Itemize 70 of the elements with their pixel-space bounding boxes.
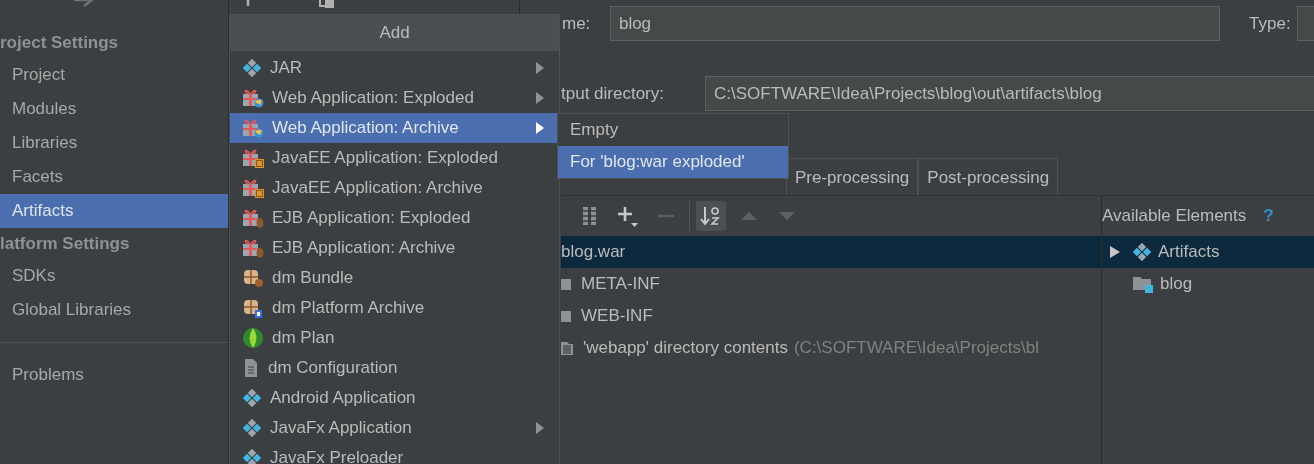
diamond-icon [242, 389, 262, 407]
remove-icon [658, 214, 674, 218]
folder-icon [561, 339, 575, 357]
menu-item[interactable]: EJB Application: Archive [230, 233, 559, 263]
move-up-icon [739, 210, 759, 222]
menu-item[interactable]: For 'blog:war exploded' [558, 146, 788, 178]
menu-item[interactable]: JavaEE Application: Exploded [230, 143, 559, 173]
name-field[interactable]: blog [609, 6, 1221, 41]
menu-item[interactable]: EJB Application: Exploded [230, 203, 559, 233]
menu-item[interactable]: dm Configuration [230, 353, 559, 383]
folder-icon [561, 277, 573, 291]
bundle-lock-icon [242, 298, 264, 318]
document-icon [242, 358, 260, 378]
tree-row[interactable]: 'webapp' directory contents (C:\SOFTWARE\Idea\Projects\bl [561, 332, 1101, 364]
gift-globe-icon [242, 88, 264, 108]
menu-item[interactable]: JavaFx Application [230, 413, 559, 443]
menu-item[interactable]: Android Application [230, 383, 559, 413]
type-dropdown[interactable] [1297, 6, 1314, 41]
sidebar-item[interactable]: Libraries [0, 126, 228, 160]
menu-item[interactable]: dm Bundle [230, 263, 559, 293]
tree-row[interactable]: META-INF [561, 268, 1101, 300]
sphere-icon [242, 327, 264, 349]
section-heading: latform Settings [0, 233, 131, 255]
diamond-icon [1132, 243, 1152, 261]
diamond-icon [242, 449, 262, 464]
menu-item[interactable]: JAR [230, 53, 559, 83]
gift-ee-icon [242, 178, 264, 198]
tab[interactable]: Post-processing [918, 158, 1059, 195]
tree-row[interactable]: blog [1102, 268, 1314, 300]
tree-row[interactable]: blog.war [561, 236, 1101, 268]
sidebar-item[interactable]: Global Libraries [0, 293, 228, 327]
field-label: me: [561, 12, 592, 35]
sidebar-item[interactable]: SDKs [0, 259, 228, 293]
bundle-icon [242, 268, 264, 288]
tree-row[interactable]: WEB-INF [561, 300, 1101, 332]
gift-ee-icon [242, 148, 264, 168]
module-folder-icon [1132, 275, 1154, 293]
gift-globe-icon [242, 118, 264, 138]
add-icon [616, 204, 640, 228]
sidebar-item[interactable]: Project [0, 58, 228, 92]
sidebar-item[interactable]: Artifacts [0, 194, 228, 228]
gift-bean-icon [242, 208, 264, 228]
section-heading: roject Settings [0, 32, 120, 54]
sidebar-item[interactable]: Modules [0, 92, 228, 126]
copy-icon [319, 0, 335, 8]
menu-item[interactable]: JavaFx Preloader [230, 443, 559, 464]
panel-title: Available Elements [1102, 205, 1247, 228]
menu-title: Add [230, 15, 559, 51]
diamond-icon [242, 419, 262, 437]
tree-row[interactable]: Artifacts [1102, 236, 1314, 268]
tab[interactable]: Pre-processing [786, 158, 919, 195]
sidebar-item[interactable]: Problems [0, 358, 228, 392]
move-down-icon [777, 210, 797, 222]
columns-icon [581, 205, 599, 227]
gift-bean-icon [242, 238, 264, 258]
menu-item[interactable]: Web Application: Archive [230, 113, 559, 143]
field-label: tput directory: [561, 82, 665, 105]
menu-item[interactable]: Empty [558, 114, 788, 146]
menu-item[interactable]: dm Plan [230, 323, 559, 353]
sort-button[interactable] [696, 201, 726, 231]
menu-item[interactable]: Web Application: Exploded [230, 83, 559, 113]
folder-icon [561, 309, 573, 323]
sort-icon [699, 204, 723, 228]
sidebar-item[interactable]: Facets [0, 160, 228, 194]
output-directory-field[interactable]: C:\SOFTWARE\Idea\Projects\blog\out\artifacts\blog [705, 76, 1314, 111]
help-button[interactable]: ? [1263, 203, 1274, 229]
menu-item[interactable]: JavaEE Application: Archive [230, 173, 559, 203]
diamond-icon [242, 59, 262, 77]
field-label: Type: [1249, 12, 1292, 35]
menu-item[interactable]: dm Platform Archive [230, 293, 559, 323]
